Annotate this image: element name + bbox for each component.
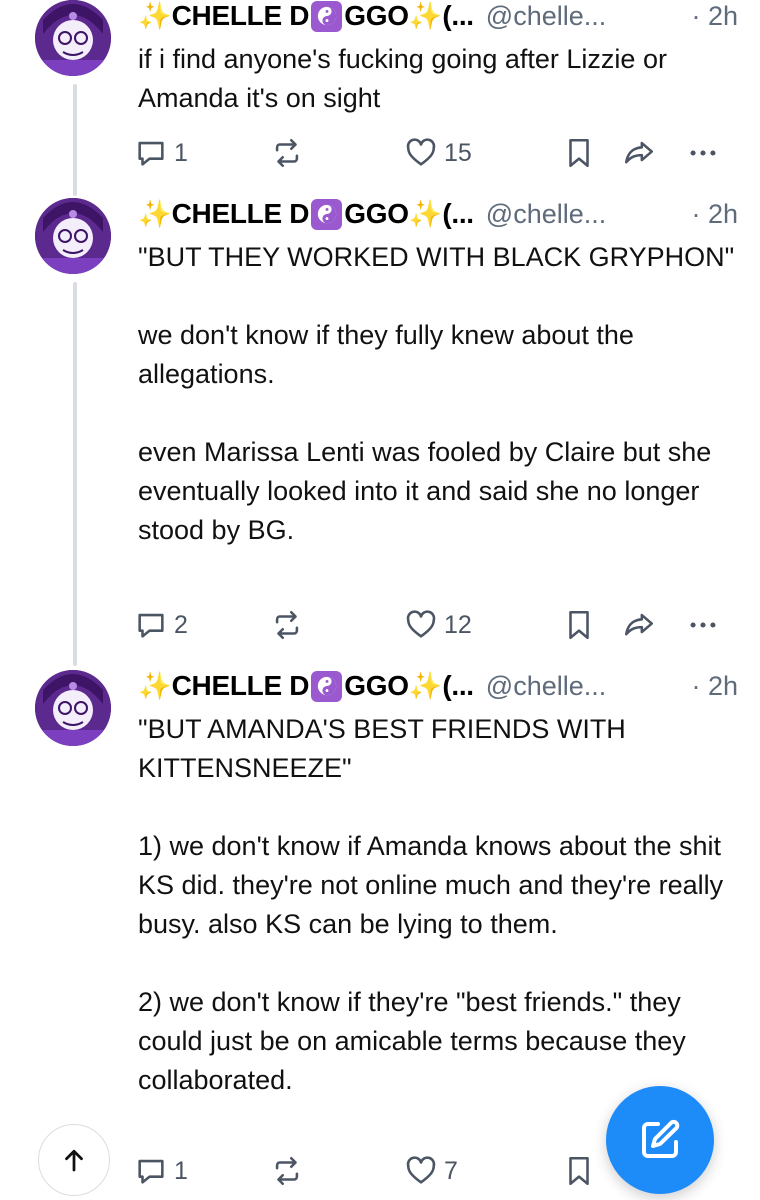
post-time[interactable]: · 2h bbox=[691, 1, 738, 32]
share-button[interactable] bbox=[622, 602, 656, 648]
avatar[interactable] bbox=[35, 0, 111, 76]
like-button[interactable]: 15 bbox=[404, 130, 472, 176]
reply-count: 1 bbox=[174, 138, 188, 167]
post-header: ✨ CHELLE D GGO ✨ (... @chelle... · 2h bbox=[138, 0, 738, 36]
display-name-suffix[interactable]: (... bbox=[442, 670, 474, 702]
post-header: ✨ CHELLE D GGO ✨ (... @chelle... · 2h bbox=[138, 194, 738, 234]
repost-button[interactable] bbox=[270, 1148, 310, 1194]
sparkle-emoji: ✨ bbox=[138, 198, 172, 229]
like-button[interactable]: 12 bbox=[404, 602, 472, 648]
reply-icon bbox=[138, 1159, 164, 1184]
post-time[interactable]: · 2h bbox=[691, 199, 738, 230]
post[interactable]: ✨ CHELLE D GGO ✨ (... @chelle... · 2h "B… bbox=[0, 198, 760, 658]
display-name[interactable]: CHELLE D bbox=[172, 198, 310, 230]
arrow-up-icon bbox=[65, 1149, 83, 1172]
yin-yang-icon bbox=[311, 198, 343, 230]
reply-button[interactable]: 1 bbox=[134, 1148, 188, 1194]
heart-icon bbox=[406, 610, 436, 638]
avatar-image bbox=[35, 198, 111, 274]
post-actions: 2 12 bbox=[0, 602, 760, 648]
repost-button[interactable] bbox=[270, 602, 310, 648]
yin-yang-icon bbox=[311, 670, 343, 702]
post[interactable]: ✨ CHELLE D GGO ✨ (... @chelle... · 2h if… bbox=[0, 0, 760, 180]
heart-icon bbox=[406, 1156, 436, 1184]
avatar[interactable] bbox=[35, 670, 111, 746]
post-text: if i find anyone's fucking going after L… bbox=[138, 44, 673, 113]
more-icon bbox=[690, 150, 716, 156]
post-text: "BUT AMANDA'S BEST FRIENDS WITH KITTENSN… bbox=[138, 714, 724, 1095]
repost-button[interactable] bbox=[270, 130, 310, 176]
compose-button[interactable] bbox=[606, 1086, 714, 1194]
reply-button[interactable]: 2 bbox=[134, 602, 188, 648]
sparkle-emoji: ✨ bbox=[408, 0, 443, 31]
scroll-to-top-button[interactable] bbox=[38, 1124, 110, 1196]
reply-icon bbox=[138, 613, 164, 638]
reply-count: 1 bbox=[174, 1156, 188, 1185]
post-header: ✨ CHELLE D GGO ✨ (... @chelle... · 2h bbox=[138, 666, 738, 706]
more-icon bbox=[690, 622, 716, 628]
compose-icon bbox=[642, 1119, 680, 1158]
sparkle-emoji: ✨ bbox=[408, 670, 443, 701]
bookmark-button[interactable] bbox=[562, 1148, 596, 1194]
bookmark-icon bbox=[569, 138, 589, 168]
bookmark-button[interactable] bbox=[562, 130, 596, 176]
like-button[interactable]: 7 bbox=[404, 1148, 458, 1194]
thread-feed: ✨ CHELLE D GGO ✨ (... @chelle... · 2h if… bbox=[0, 0, 760, 1200]
repost-icon bbox=[275, 1156, 299, 1186]
display-name-rest[interactable]: GGO bbox=[344, 0, 409, 32]
avatar-image bbox=[35, 670, 111, 746]
sparkle-emoji: ✨ bbox=[408, 198, 443, 229]
bookmark-icon bbox=[569, 610, 589, 640]
bookmark-icon bbox=[569, 1156, 589, 1186]
reply-button[interactable]: 1 bbox=[134, 130, 188, 176]
like-count: 15 bbox=[444, 138, 472, 167]
display-name-rest[interactable]: GGO bbox=[344, 198, 409, 230]
like-count: 7 bbox=[444, 1156, 458, 1185]
avatar[interactable] bbox=[35, 198, 111, 274]
post-actions: 1 15 bbox=[0, 130, 760, 176]
sparkle-emoji: ✨ bbox=[138, 0, 172, 31]
share-button[interactable] bbox=[622, 130, 656, 176]
bookmark-button[interactable] bbox=[562, 602, 596, 648]
user-handle[interactable]: @chelle... bbox=[486, 1, 606, 32]
reply-icon bbox=[138, 141, 164, 166]
display-name[interactable]: CHELLE D bbox=[172, 670, 310, 702]
user-handle[interactable]: @chelle... bbox=[486, 671, 606, 702]
user-handle[interactable]: @chelle... bbox=[486, 199, 606, 230]
avatar-image bbox=[35, 0, 111, 76]
display-name-suffix[interactable]: (... bbox=[442, 0, 474, 32]
more-button[interactable] bbox=[686, 130, 720, 176]
repost-icon bbox=[275, 138, 299, 168]
post-time[interactable]: · 2h bbox=[691, 671, 738, 702]
display-name[interactable]: CHELLE D bbox=[172, 0, 310, 32]
like-count: 12 bbox=[444, 610, 472, 639]
display-name-rest[interactable]: GGO bbox=[344, 670, 409, 702]
reply-count: 2 bbox=[174, 610, 188, 639]
heart-icon bbox=[406, 138, 436, 166]
share-icon bbox=[624, 141, 654, 164]
yin-yang-icon bbox=[311, 0, 343, 32]
post-text: "BUT THEY WORKED WITH BLACK GRYPHON" we … bbox=[138, 242, 735, 545]
sparkle-emoji: ✨ bbox=[138, 670, 172, 701]
display-name-suffix[interactable]: (... bbox=[442, 198, 474, 230]
more-button[interactable] bbox=[686, 602, 720, 648]
share-icon bbox=[624, 613, 654, 636]
repost-icon bbox=[275, 610, 299, 640]
